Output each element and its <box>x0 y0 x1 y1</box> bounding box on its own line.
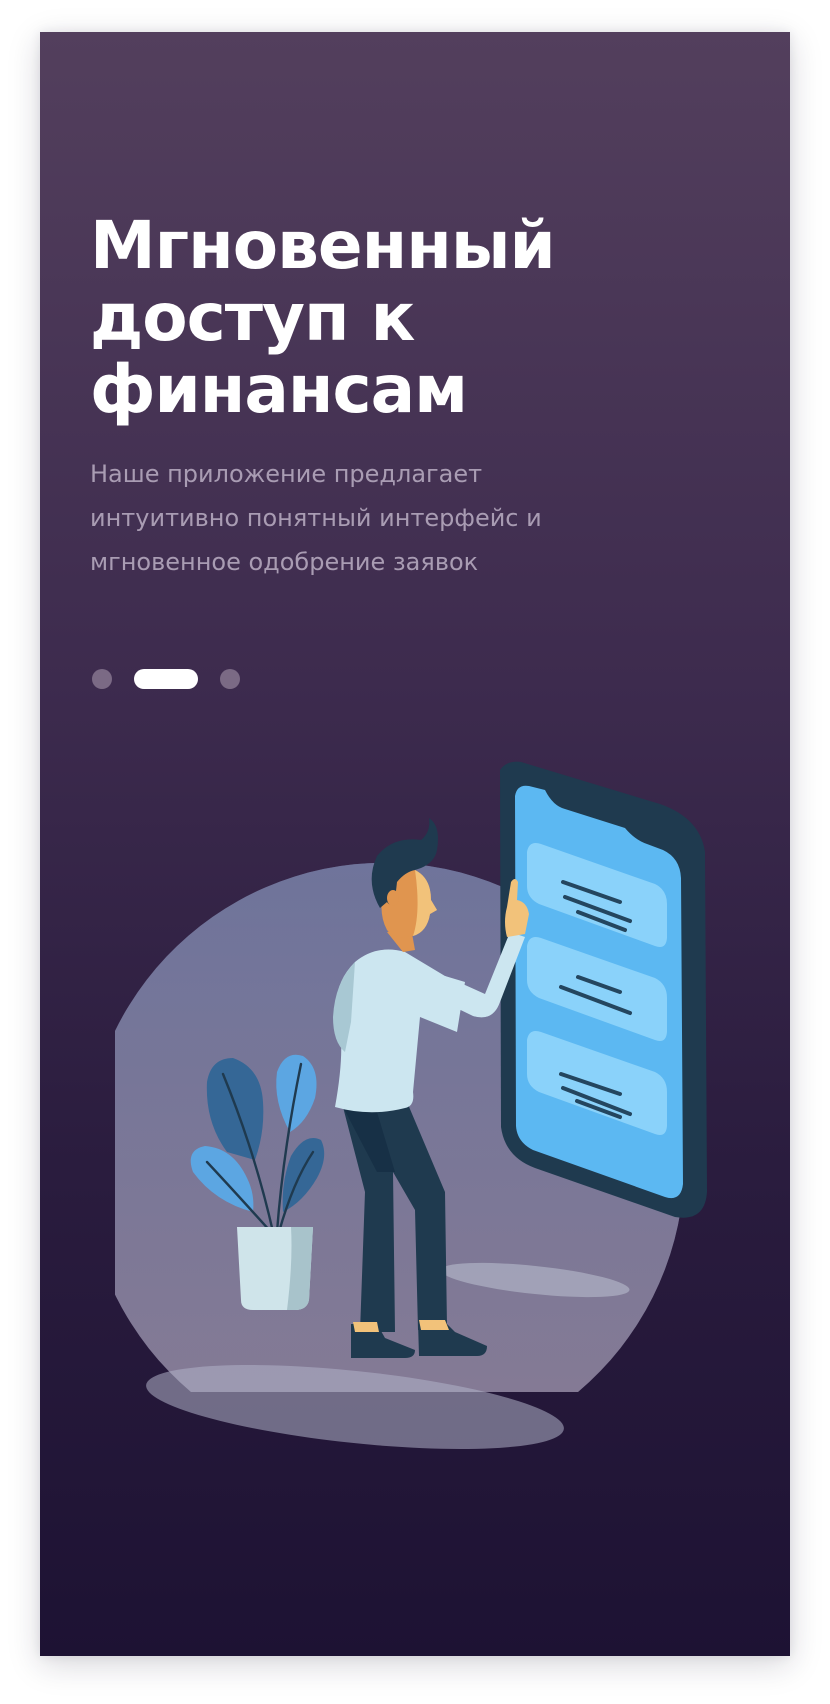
onboarding-screen: Мгновенный доступ к финансам Наше прилож… <box>40 32 790 1656</box>
onboarding-illustration <box>115 761 707 1449</box>
page-subtitle: Наше приложение предлагает интуитивно по… <box>90 452 650 584</box>
subtitle-line: интуитивно понятный интерфейс и <box>90 504 542 532</box>
phone-icon <box>500 761 707 1218</box>
title-line: финансам <box>90 351 468 428</box>
page-indicator <box>92 668 240 690</box>
page: Мгновенный доступ к финансам Наше прилож… <box>0 0 830 1704</box>
page-title: Мгновенный доступ к финансам <box>90 210 690 426</box>
page-dot-2-active[interactable] <box>134 669 198 689</box>
page-dot-1[interactable] <box>92 669 112 689</box>
title-line: доступ к <box>90 279 415 356</box>
subtitle-line: Наше приложение предлагает <box>90 460 483 488</box>
subtitle-line: мгновенное одобрение заявок <box>90 548 479 576</box>
title-line: Мгновенный <box>90 207 556 284</box>
page-dot-3[interactable] <box>220 669 240 689</box>
